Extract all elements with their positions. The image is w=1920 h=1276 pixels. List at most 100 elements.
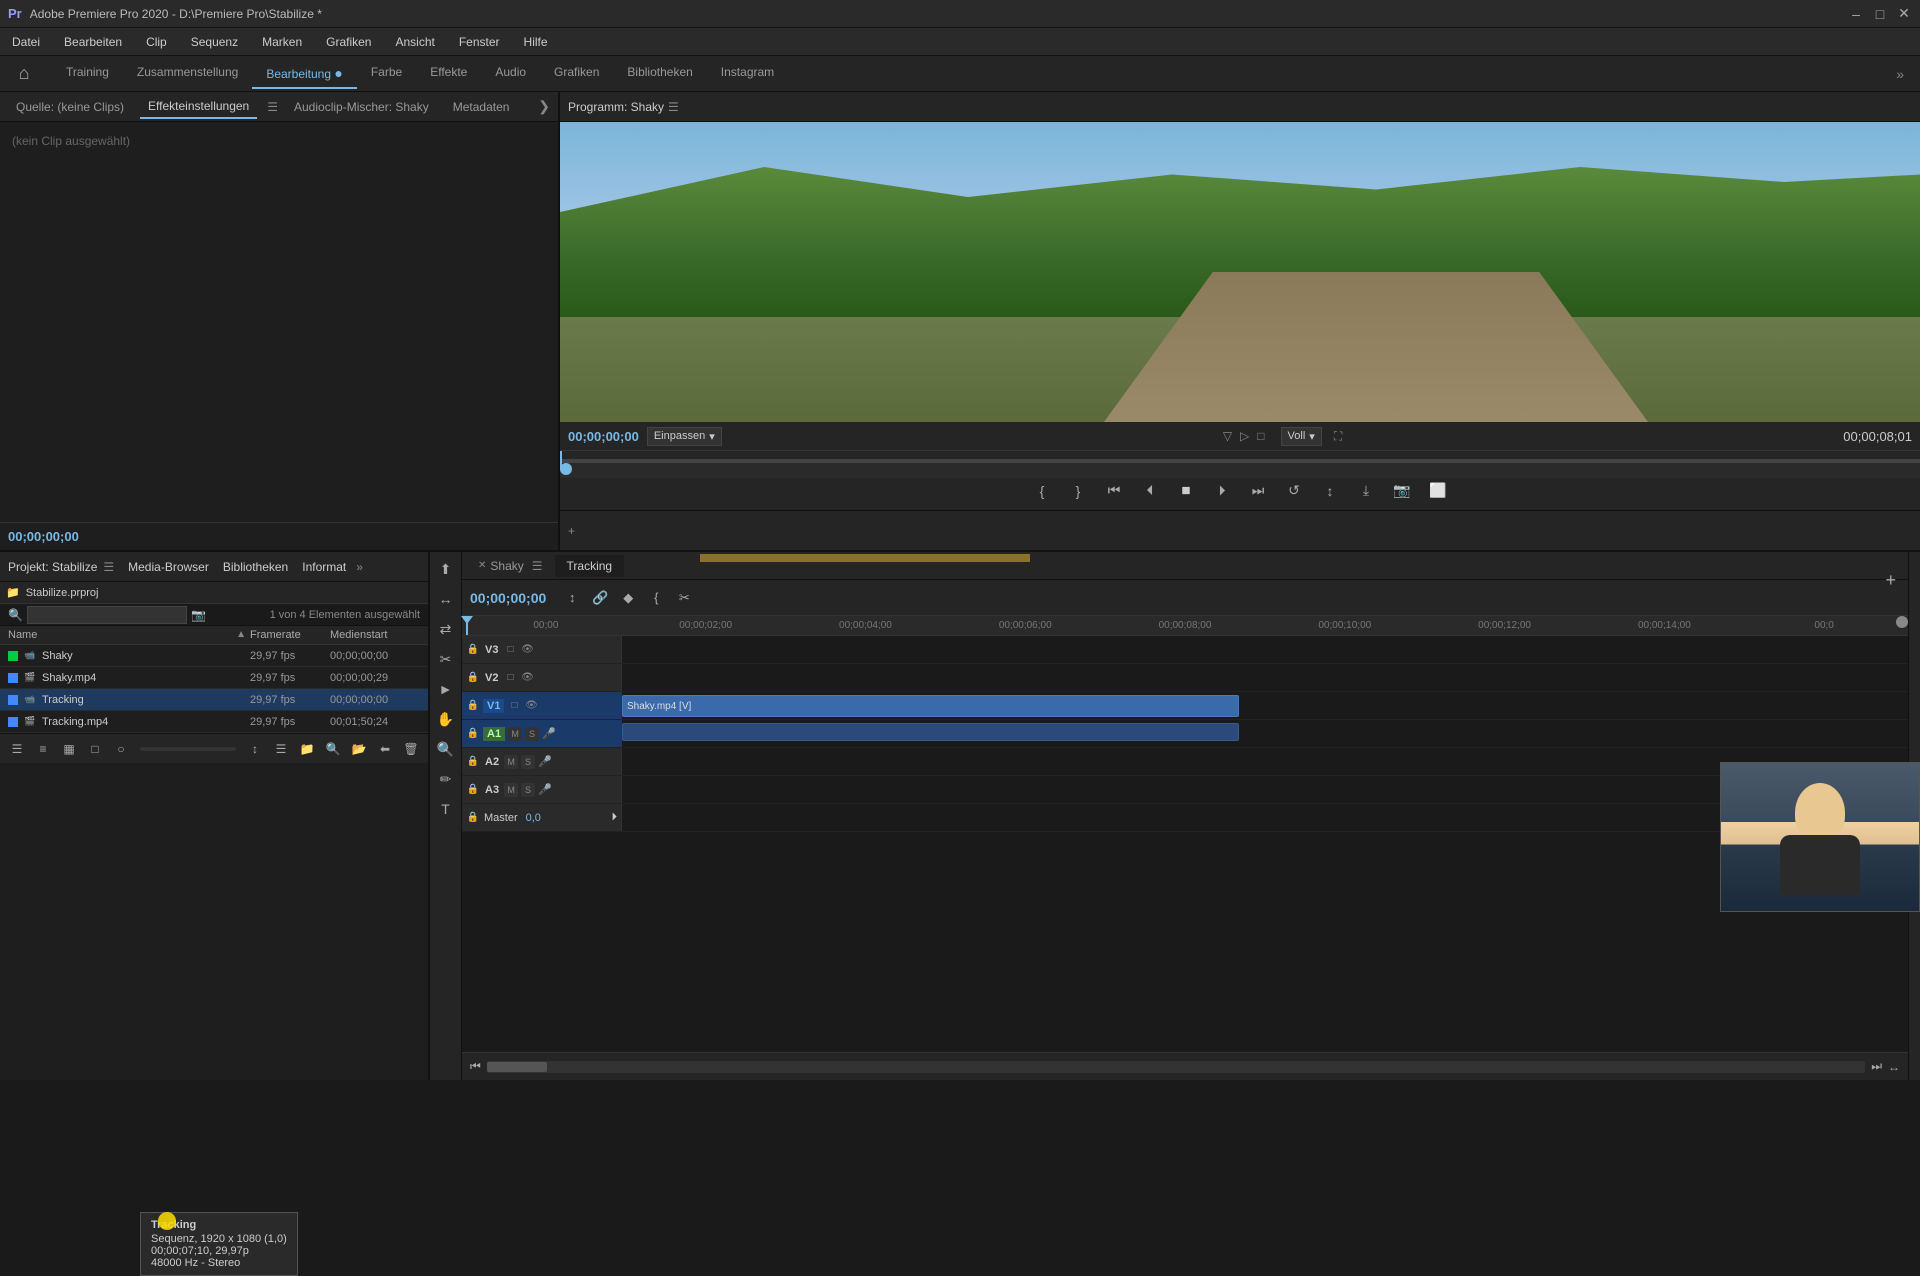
menu-sequenz[interactable]: Sequenz bbox=[187, 33, 242, 51]
sort-icon[interactable]: ▲ bbox=[236, 629, 246, 641]
list-item-shaky-sequence[interactable]: 📹 Shaky 29,97 fps 00;00;00;00 bbox=[0, 645, 428, 667]
monitor-filter-btn[interactable]: ▽ bbox=[1223, 429, 1232, 443]
track-v1-eye[interactable]: 👁 bbox=[524, 699, 538, 713]
menu-fenster[interactable]: Fenster bbox=[455, 33, 504, 51]
add-sequence-btn[interactable]: + bbox=[1885, 570, 1896, 591]
fit-select[interactable]: Einpassen ▾ bbox=[647, 427, 722, 446]
ws-tab-audio[interactable]: Audio bbox=[481, 59, 540, 89]
free-transform-btn[interactable]: □ bbox=[84, 738, 106, 760]
timeline-ruler[interactable]: 00;00 00;00;02;00 00;00;04;00 00;00;06;0… bbox=[462, 616, 1908, 636]
tl-mark-in[interactable]: { bbox=[644, 586, 668, 610]
grid-btn[interactable]: ☰ bbox=[270, 738, 292, 760]
ws-tab-bearbeitung[interactable]: Bearbeitung ● bbox=[252, 59, 357, 89]
timeline-start-btn[interactable]: ⏮ bbox=[470, 1059, 481, 1074]
metadata-tab[interactable]: Metadaten bbox=[445, 96, 518, 118]
go-to-out-button[interactable]: ⏭ bbox=[1244, 477, 1272, 505]
source-tab[interactable]: Quelle: (keine Clips) bbox=[8, 96, 132, 118]
scrubber-head-marker[interactable] bbox=[560, 463, 572, 475]
export-frame-button[interactable]: 📷 bbox=[1388, 477, 1416, 505]
menu-datei[interactable]: Datei bbox=[8, 33, 44, 51]
track-master-lock[interactable]: 🔒 bbox=[466, 811, 480, 825]
timeline-playhead[interactable] bbox=[466, 616, 468, 635]
add-button[interactable]: + bbox=[568, 524, 575, 538]
media-browser-tab[interactable]: Media-Browser bbox=[128, 560, 209, 574]
monitor-export-btn[interactable]: ▷ bbox=[1240, 429, 1249, 443]
step-back-button[interactable]: ⏴ bbox=[1136, 477, 1164, 505]
track-v3-lock[interactable]: 🔒 bbox=[466, 643, 480, 657]
ws-tab-zusammenstellung[interactable]: Zusammenstellung bbox=[123, 59, 252, 89]
step-forward-button[interactable]: ⏵ bbox=[1208, 477, 1236, 505]
more-tabs-btn[interactable]: » bbox=[356, 560, 363, 574]
icon-view-btn[interactable]: ☰ bbox=[6, 738, 28, 760]
track-a3-mute[interactable]: M bbox=[504, 783, 518, 797]
track-a2-solo[interactable]: S bbox=[521, 755, 535, 769]
timeline-tab-shaky[interactable]: ✕ Shaky ☰ bbox=[466, 555, 555, 577]
project-menu[interactable]: ☰ bbox=[103, 560, 114, 574]
timeline-tab-tracking[interactable]: Tracking bbox=[555, 555, 625, 577]
home-button[interactable]: ⌂ bbox=[8, 58, 40, 90]
effect-controls-menu[interactable]: ☰ bbox=[267, 100, 278, 114]
list-item-tracking[interactable]: 📹 Tracking 29,97 fps 00;00;00;00 bbox=[0, 689, 428, 711]
new-folder-btn[interactable]: 📁 bbox=[296, 738, 318, 760]
ws-tab-training[interactable]: Training bbox=[52, 59, 123, 89]
close-shaky-tab[interactable]: ✕ bbox=[478, 560, 486, 571]
ripple-edit-tool[interactable]: ↔ bbox=[433, 586, 459, 612]
maximize-button[interactable]: □ bbox=[1872, 6, 1888, 22]
ws-tab-bibliotheken[interactable]: Bibliotheken bbox=[613, 59, 706, 89]
selection-tool[interactable]: ⬆ bbox=[433, 556, 459, 582]
mark-out-button[interactable]: } bbox=[1064, 477, 1092, 505]
shaky-tab-menu[interactable]: ☰ bbox=[532, 559, 543, 573]
new-bin-button[interactable]: 📷 bbox=[191, 608, 206, 622]
safe-margins-button[interactable]: ⬜ bbox=[1424, 477, 1452, 505]
mark-in-button[interactable]: { bbox=[1028, 477, 1056, 505]
minimize-button[interactable]: – bbox=[1848, 6, 1864, 22]
ws-tab-effekte[interactable]: Effekte bbox=[416, 59, 481, 89]
track-v2-eye[interactable]: 👁 bbox=[520, 671, 534, 685]
tl-move-tool[interactable]: ↕ bbox=[560, 586, 584, 610]
search-project-btn[interactable]: 🔍 bbox=[322, 738, 344, 760]
loop-button[interactable]: ↺ bbox=[1280, 477, 1308, 505]
tl-add-marker[interactable]: ◆ bbox=[616, 586, 640, 610]
effect-controls-tab[interactable]: Effekteinstellungen bbox=[140, 95, 257, 119]
sort-btn[interactable]: ↕ bbox=[244, 738, 266, 760]
track-a1-lock[interactable]: 🔒 bbox=[466, 727, 480, 741]
libraries-tab[interactable]: Bibliotheken bbox=[223, 560, 288, 574]
delete-btn[interactable]: 🗑 bbox=[400, 738, 422, 760]
menu-marken[interactable]: Marken bbox=[258, 33, 306, 51]
play-button[interactable]: ⏹ bbox=[1172, 477, 1200, 505]
timeline-end-btn[interactable]: ⏭ bbox=[1871, 1059, 1882, 1074]
ws-tab-grafiken[interactable]: Grafiken bbox=[540, 59, 613, 89]
track-v2-lock[interactable]: 🔒 bbox=[466, 671, 480, 685]
razor-tool[interactable]: ✂ bbox=[433, 646, 459, 672]
list-item-shaky-mp4[interactable]: 🎬 Shaky.mp4 29,97 fps 00;00;00;29 bbox=[0, 667, 428, 689]
tl-mark-out[interactable]: ✂ bbox=[672, 586, 696, 610]
program-monitor-menu[interactable]: ☰ bbox=[668, 100, 679, 114]
clip-shaky-audio[interactable] bbox=[622, 723, 1239, 741]
track-a2-lock[interactable]: 🔒 bbox=[466, 755, 480, 769]
list-item-tracking-mp4[interactable]: 🎬 Tracking.mp4 29,97 fps 00;01;50;24 bbox=[0, 711, 428, 733]
quality-select[interactable]: Voll ▾ bbox=[1281, 427, 1322, 446]
panel-expand-button[interactable]: ❯ bbox=[538, 98, 550, 115]
monitor-timecode-left[interactable]: 00;00;00;00 bbox=[568, 429, 639, 444]
menu-grafiken[interactable]: Grafiken bbox=[322, 33, 375, 51]
track-v1-lock[interactable]: 🔒 bbox=[466, 699, 480, 713]
menu-ansicht[interactable]: Ansicht bbox=[391, 33, 438, 51]
size-slider[interactable] bbox=[140, 747, 236, 751]
go-to-in-button[interactable]: ⏮ bbox=[1100, 477, 1128, 505]
ws-tab-farbe[interactable]: Farbe bbox=[357, 59, 416, 89]
new-item-btn[interactable]: ○ bbox=[110, 738, 132, 760]
track-v3-eye[interactable]: 👁 bbox=[520, 643, 534, 657]
text-tool[interactable]: T bbox=[433, 796, 459, 822]
menu-hilfe[interactable]: Hilfe bbox=[520, 33, 552, 51]
clear-btn[interactable]: ⬅ bbox=[374, 738, 396, 760]
menu-clip[interactable]: Clip bbox=[142, 33, 171, 51]
info-tab[interactable]: Informat bbox=[302, 560, 346, 574]
track-a1-solo[interactable]: S bbox=[525, 727, 539, 741]
rate-stretch-tool[interactable]: ⇄ bbox=[433, 616, 459, 642]
insert-button[interactable]: ↕ bbox=[1316, 477, 1344, 505]
track-a3-solo[interactable]: S bbox=[521, 783, 535, 797]
track-a1-mute[interactable]: M bbox=[508, 727, 522, 741]
audio-mixer-tab[interactable]: Audioclip-Mischer: Shaky bbox=[286, 96, 437, 118]
zoom-tool[interactable]: 🔍 bbox=[433, 736, 459, 762]
close-button[interactable]: ✕ bbox=[1896, 6, 1912, 22]
